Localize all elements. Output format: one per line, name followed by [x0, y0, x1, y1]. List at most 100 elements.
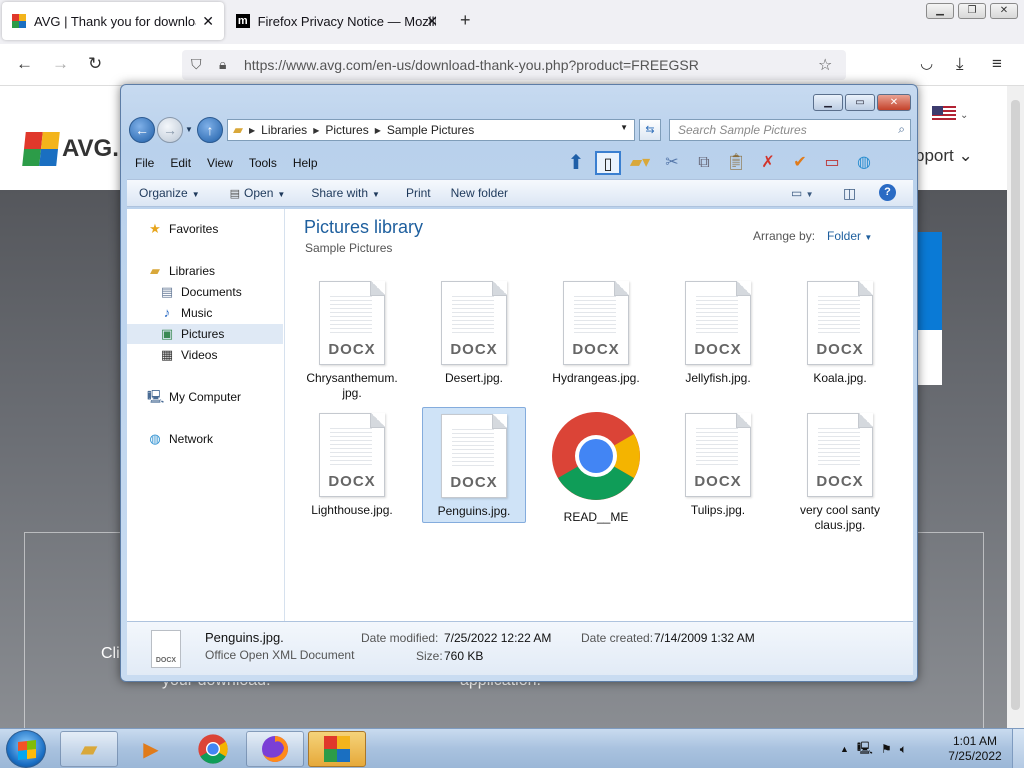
explorer-minimize-button[interactable]: ▁: [813, 94, 843, 111]
url-bar[interactable]: ⛉ 🔒︎ https://www.avg.com/en-us/download-…: [182, 50, 846, 80]
chevron-down-icon[interactable]: ⌄: [960, 110, 968, 121]
shield-icon[interactable]: ⛉: [191, 56, 202, 73]
arrange-by-dropdown[interactable]: Folder ▼: [827, 229, 872, 243]
nav-libraries[interactable]: ▰ Libraries: [127, 261, 283, 281]
support-link[interactable]: pport ⌄: [915, 146, 973, 166]
clock[interactable]: 1:01 AM 7/25/2022: [944, 734, 1006, 764]
show-hidden-icons-icon[interactable]: ▲: [840, 744, 849, 754]
nav-favorites[interactable]: ★ Favorites: [127, 219, 283, 239]
nav-network[interactable]: ◍ Network: [127, 429, 283, 449]
up-folder-icon[interactable]: ⬆: [563, 151, 589, 175]
explorer-close-button[interactable]: ✕: [877, 94, 911, 111]
up-arrow-icon[interactable]: ↑: [197, 117, 223, 143]
file-item[interactable]: DOCX Lighthouse.jpg.: [300, 407, 404, 523]
explorer-address-bar[interactable]: ▰ ▶ Libraries ▶ Pictures ▶ Sample Pictur…: [227, 119, 635, 141]
nav-videos[interactable]: ▦ Videos: [127, 345, 283, 365]
file-item[interactable]: DOCX Koala.jpg.: [788, 275, 892, 391]
recent-pages-chevron-icon[interactable]: ▼: [185, 125, 193, 134]
nav-my-computer[interactable]: 🖳︎ My Computer: [127, 387, 283, 407]
organize-button[interactable]: Organize ▼: [127, 186, 212, 200]
menu-hamburger-icon[interactable]: ≡: [992, 54, 1002, 74]
nav-documents[interactable]: ▤ Documents: [127, 282, 283, 302]
help-icon[interactable]: ?: [879, 184, 896, 201]
reload-icon[interactable]: ↻: [88, 54, 102, 74]
file-name: very cool santy claus.jpg.: [799, 503, 881, 532]
file-item[interactable]: DOCX Tulips.jpg.: [666, 407, 770, 523]
action-center-flag-icon[interactable]: ⚑: [881, 742, 892, 756]
volume-icon[interactable]: 🔈︎: [900, 742, 907, 757]
show-desktop-button[interactable]: [1012, 729, 1024, 768]
file-item[interactable]: DOCX Desert.jpg.: [422, 275, 526, 391]
tab-avg[interactable]: AVG | Thank you for downloadi ✕: [2, 2, 224, 40]
breadcrumb-separator-icon[interactable]: ▶: [375, 126, 381, 135]
avg-logo[interactable]: AVG.: [22, 132, 119, 166]
forward-arrow-icon[interactable]: →: [157, 117, 183, 143]
nav-music[interactable]: ♪ Music: [127, 303, 283, 323]
checkmark-icon[interactable]: ✔: [787, 151, 813, 175]
cut-icon[interactable]: ✂: [659, 151, 685, 175]
close-icon[interactable]: ✕: [426, 13, 438, 30]
new-tab-button[interactable]: +: [460, 10, 471, 31]
open-button[interactable]: ▤ Open ▼: [212, 186, 298, 200]
address-dropdown-icon[interactable]: ▼: [620, 123, 628, 132]
refresh-icon[interactable]: ⇆: [639, 119, 661, 141]
menu-edit[interactable]: Edit: [162, 156, 199, 170]
taskbar-chrome[interactable]: [184, 731, 242, 767]
taskbar-media-player[interactable]: ▶: [122, 731, 180, 767]
file-item[interactable]: DOCX Jellyfish.jpg.: [666, 275, 770, 391]
search-icon[interactable]: ⌕: [898, 122, 905, 137]
menu-tools[interactable]: Tools: [241, 156, 285, 170]
view-options-icon[interactable]: ▭ ▼: [791, 186, 814, 200]
folder-options-icon[interactable]: ▰▾: [627, 151, 653, 175]
delete-icon[interactable]: ✗: [755, 151, 781, 175]
menu-view[interactable]: View: [199, 156, 241, 170]
menu-file[interactable]: File: [127, 156, 162, 170]
file-item[interactable]: DOCX Chrysanthemum. jpg.: [300, 275, 404, 400]
paste-icon[interactable]: 📋︎: [723, 151, 749, 175]
back-arrow-icon[interactable]: ←: [129, 117, 155, 143]
taskbar-explorer[interactable]: ▰: [60, 731, 118, 767]
preview-pane-icon[interactable]: ▯: [595, 151, 621, 175]
search-input[interactable]: Search Sample Pictures ⌕: [669, 119, 911, 141]
lock-icon[interactable]: 🔒︎: [219, 56, 226, 73]
breadcrumb-pictures[interactable]: Pictures: [325, 123, 368, 137]
breadcrumb-sample-pictures[interactable]: Sample Pictures: [387, 123, 474, 137]
downloads-icon[interactable]: ⤓: [956, 54, 964, 74]
file-name: Tulips.jpg.: [690, 503, 746, 517]
url-text[interactable]: https://www.avg.com/en-us/download-thank…: [244, 57, 699, 73]
menu-help[interactable]: Help: [285, 156, 326, 170]
back-arrow-icon[interactable]: ←: [16, 54, 33, 74]
breadcrumb-separator-icon[interactable]: ▶: [249, 126, 255, 135]
forward-arrow-icon[interactable]: →: [52, 54, 69, 74]
pocket-icon[interactable]: ◡: [920, 54, 933, 72]
details-pane-icon[interactable]: ◫: [843, 185, 856, 202]
file-item[interactable]: DOCX Hydrangeas.jpg.: [544, 275, 648, 391]
taskbar-avg-installer[interactable]: [308, 731, 366, 767]
restore-button[interactable]: ❐: [958, 3, 986, 19]
globe-icon[interactable]: ◍: [851, 151, 877, 175]
nav-pictures[interactable]: ▣ Pictures: [127, 324, 283, 344]
copy-icon[interactable]: ⧉: [691, 151, 717, 175]
file-item[interactable]: DOCX very cool santy claus.jpg.: [788, 407, 892, 532]
network-tray-icon[interactable]: 🖳︎: [857, 739, 873, 760]
close-window-button[interactable]: ✕: [990, 3, 1018, 19]
breadcrumb-libraries[interactable]: Libraries: [261, 123, 307, 137]
taskbar-firefox[interactable]: [246, 731, 304, 767]
firefox-icon: [262, 736, 288, 762]
new-folder-button[interactable]: New folder: [443, 186, 520, 200]
bookmark-star-icon[interactable]: ☆: [818, 55, 832, 75]
start-button[interactable]: [6, 730, 46, 768]
scrollbar-thumb[interactable]: [1011, 100, 1020, 710]
print-button[interactable]: Print: [392, 186, 443, 200]
page-scrollbar[interactable]: [1007, 86, 1024, 728]
breadcrumb-separator-icon[interactable]: ▶: [313, 126, 319, 135]
file-item[interactable]: READ__ME: [544, 407, 648, 524]
properties-icon[interactable]: ▭: [819, 151, 845, 175]
explorer-maximize-button[interactable]: ▭: [845, 94, 875, 111]
share-with-button[interactable]: Share with ▼: [297, 186, 392, 200]
file-item-selected[interactable]: DOCX Penguins.jpg.: [422, 407, 526, 523]
tab-mozilla-privacy[interactable]: m Firefox Privacy Notice — Mozilla ✕: [226, 2, 448, 40]
minimize-button[interactable]: ▁: [926, 3, 954, 19]
us-flag-icon[interactable]: [932, 106, 956, 122]
close-icon[interactable]: ✕: [202, 13, 214, 30]
